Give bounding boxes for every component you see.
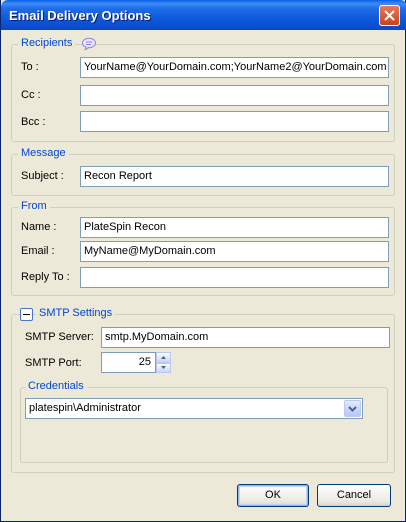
- email-field[interactable]: MyName@MyDomain.com: [80, 241, 389, 262]
- to-field[interactable]: YourName@YourDomain.com;YourName2@YourDo…: [80, 57, 389, 78]
- reply-to-label: Reply To :: [21, 271, 70, 283]
- credentials-value: platespin\Administrator: [29, 402, 141, 414]
- close-icon: [384, 10, 395, 21]
- credentials-legend: Credentials: [25, 380, 87, 392]
- collapse-minus-icon[interactable]: [20, 308, 33, 321]
- smtp-port-field[interactable]: 25: [101, 352, 156, 373]
- smtp-server-field[interactable]: smtp.MyDomain.com: [101, 327, 390, 348]
- port-spin-up[interactable]: [156, 352, 171, 363]
- email-label: Email :: [21, 245, 55, 257]
- bcc-field[interactable]: [80, 111, 389, 132]
- speech-bubble-icon: [82, 37, 96, 50]
- bcc-label: Bcc :: [21, 116, 46, 128]
- spin-up-icon: [161, 356, 166, 359]
- window-title: Email Delivery Options: [9, 8, 151, 23]
- credentials-select[interactable]: platespin\Administrator: [25, 398, 363, 419]
- cc-field[interactable]: [80, 85, 389, 106]
- smtp-settings-legend: SMTP Settings: [36, 307, 116, 319]
- smtp-port-label: SMTP Port:: [25, 357, 82, 369]
- name-field[interactable]: PlateSpin Recon: [80, 217, 389, 238]
- recipients-legend: Recipients: [18, 37, 76, 49]
- subject-field[interactable]: Recon Report: [80, 166, 389, 187]
- name-label: Name :: [21, 221, 57, 233]
- ok-button[interactable]: OK: [237, 484, 309, 507]
- cc-label: Cc :: [21, 89, 41, 101]
- dialog-window: Email Delivery Options Recipients To : Y…: [0, 0, 406, 522]
- title-bar[interactable]: Email Delivery Options: [1, 0, 406, 30]
- credentials-dropdown-button[interactable]: [344, 400, 361, 417]
- spin-down-icon: [161, 366, 166, 369]
- subject-label: Subject :: [21, 170, 64, 182]
- message-legend: Message: [18, 147, 69, 159]
- smtp-server-label: SMTP Server:: [25, 331, 94, 343]
- cancel-button[interactable]: Cancel: [317, 484, 391, 507]
- port-spin-down[interactable]: [156, 363, 171, 373]
- close-button[interactable]: [379, 5, 400, 26]
- reply-to-field[interactable]: [80, 267, 389, 288]
- from-legend: From: [18, 200, 50, 212]
- to-label: To :: [21, 61, 39, 73]
- chevron-down-icon: [348, 406, 357, 412]
